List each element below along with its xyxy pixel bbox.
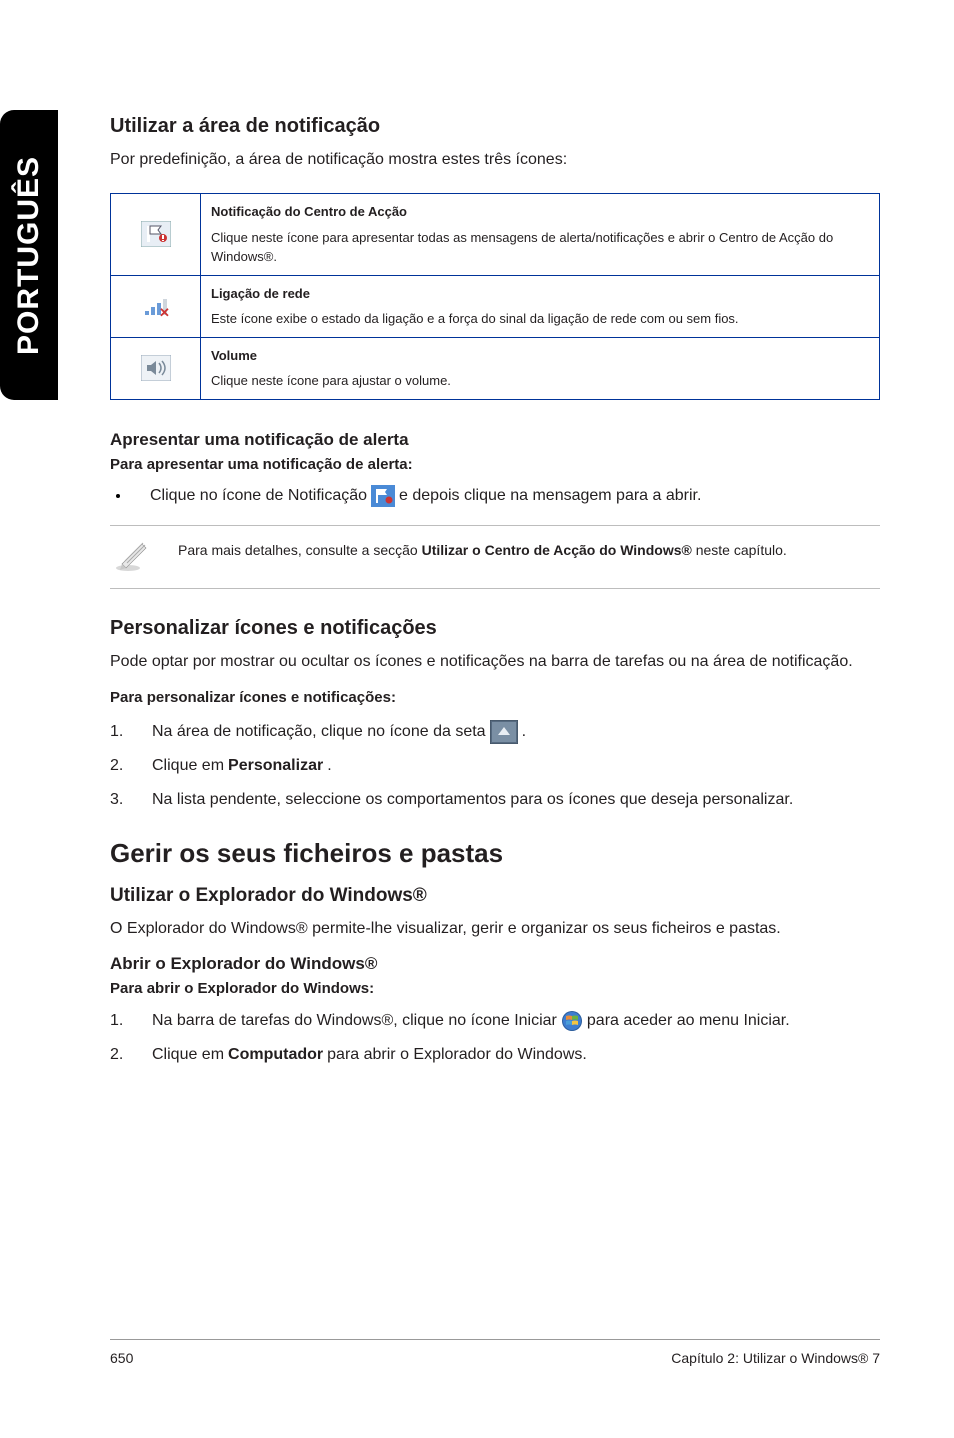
step-text: Na lista pendente, seleccione os comport… [152, 788, 793, 812]
section-heading-notification-area: Utilizar a área de notificação [110, 115, 880, 138]
personalize-sub: Para personalizar ícones e notificações: [110, 689, 880, 706]
step-after: . [327, 754, 331, 778]
personalize-heading: Personalizar ícones e notificações [110, 617, 880, 640]
chapter-title: Capítulo 2: Utilizar o Windows® 7 [671, 1350, 880, 1366]
row-title: Notificação do Centro de Acção [211, 202, 869, 222]
step-item: 1. Na barra de tarefas do Windows®, cliq… [110, 1009, 880, 1033]
flag-small-icon [371, 485, 395, 507]
explorer-intro: O Explorador do Windows® permite-lhe vis… [110, 917, 880, 940]
volume-icon [141, 355, 171, 381]
step-text: Clique em [152, 1043, 224, 1067]
page-footer: 650 Capítulo 2: Utilizar o Windows® 7 [110, 1339, 880, 1366]
step-text: Clique em [152, 754, 224, 778]
page-content: Utilizar a área de notificação Por prede… [110, 115, 880, 1077]
step-bold: Computador [228, 1043, 323, 1067]
step-item: 2. Clique em Computador para abrir o Exp… [110, 1043, 880, 1067]
arrow-up-icon [490, 720, 518, 744]
note-after: neste capítulo. [692, 542, 787, 558]
table-desc-cell: Volume Clique neste ícone para ajustar o… [201, 337, 880, 399]
step-text: Na barra de tarefas do Windows®, clique … [152, 1009, 557, 1033]
row-desc: Clique neste ícone para apresentar todas… [211, 230, 833, 265]
open-explorer-heading: Abrir o Explorador do Windows® [110, 954, 880, 974]
step-body: Clique em Personalizar. [152, 754, 880, 778]
note-before: Para mais detalhes, consulte a secção [178, 542, 422, 558]
table-desc-cell: Ligação de rede Este ícone exibe o estad… [201, 275, 880, 337]
step-after: para abrir o Explorador do Windows. [327, 1043, 587, 1067]
table-desc-cell: Notificação do Centro de Acção Clique ne… [201, 194, 880, 276]
flag-icon [141, 221, 171, 247]
step-item: 1. Na área de notificação, clique no íco… [110, 720, 880, 744]
step-body: Na área de notificação, clique no ícone … [152, 720, 880, 744]
step-number: 1. [110, 1009, 124, 1033]
step-after: para aceder ao menu Iniciar. [587, 1009, 790, 1033]
svg-text:✕: ✕ [159, 305, 170, 319]
note-bold: Utilizar o Centro de Acção do Windows® [422, 542, 692, 558]
language-tab: PORTUGUÊS [0, 110, 58, 400]
open-explorer-sub: Para abrir o Explorador do Windows: [110, 980, 880, 997]
section-intro: Por predefinição, a área de notificação … [110, 148, 880, 171]
alert-heading: Apresentar uma notificação de alerta [110, 430, 880, 450]
step-after: . [522, 720, 526, 744]
bullet-before: Clique no ícone de Notificação [150, 487, 367, 505]
step-body: Clique em Computador para abrir o Explor… [152, 1043, 880, 1067]
bullet-item: Clique no ícone de Notificação e depois … [110, 485, 880, 507]
row-title: Ligação de rede [211, 284, 869, 304]
step-body: Na barra de tarefas do Windows®, clique … [152, 1009, 880, 1033]
bullet-dot-icon [116, 494, 120, 498]
notification-icons-table: Notificação do Centro de Acção Clique ne… [110, 193, 880, 400]
table-row: Volume Clique neste ícone para ajustar o… [111, 337, 880, 399]
bullet-after: e depois clique na mensagem para a abrir… [399, 487, 701, 505]
alert-subhead: Para apresentar uma notificação de alert… [110, 456, 880, 473]
step-bold: Personalizar [228, 754, 323, 778]
step-text: Na área de notificação, clique no ícone … [152, 720, 486, 744]
row-desc: Clique neste ícone para ajustar o volume… [211, 373, 451, 388]
step-number: 2. [110, 1043, 124, 1067]
explorer-heading: Utilizar o Explorador do Windows® [110, 885, 880, 907]
page-number: 650 [110, 1350, 133, 1366]
row-title: Volume [211, 346, 869, 366]
table-row: Notificação do Centro de Acção Clique ne… [111, 194, 880, 276]
bullet-text: Clique no ícone de Notificação e depois … [150, 485, 701, 507]
note-text: Para mais detalhes, consulte a secção Ut… [178, 538, 787, 561]
table-row: ✕ Ligação de rede Este ícone exibe o est… [111, 275, 880, 337]
table-icon-cell [111, 337, 201, 399]
row-desc: Este ícone exibe o estado da ligação e a… [211, 311, 739, 326]
manage-heading: Gerir os seus ficheiros e pastas [110, 838, 880, 869]
windows-start-orb-icon [561, 1010, 583, 1032]
step-number: 1. [110, 720, 124, 744]
step-item: 3. Na lista pendente, seleccione os comp… [110, 788, 880, 812]
pencil-note-icon [110, 538, 154, 574]
table-icon-cell [111, 194, 201, 276]
table-icon-cell: ✕ [111, 275, 201, 337]
step-body: Na lista pendente, seleccione os comport… [152, 788, 880, 812]
step-item: 2. Clique em Personalizar. [110, 754, 880, 778]
network-icon: ✕ [141, 293, 171, 319]
personalize-intro: Pode optar por mostrar ou ocultar os íco… [110, 650, 880, 673]
step-number: 2. [110, 754, 124, 778]
note-box: Para mais detalhes, consulte a secção Ut… [110, 525, 880, 589]
step-number: 3. [110, 788, 124, 812]
